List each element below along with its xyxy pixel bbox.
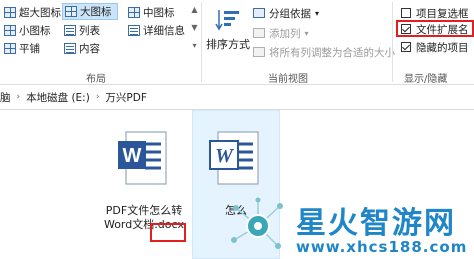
medium-icons-icon xyxy=(128,7,140,18)
word-doc-icon: W xyxy=(209,131,259,185)
address-bar[interactable]: 脑 › 本地磁盘 (E:) › 万兴PDF xyxy=(0,85,474,110)
details-icon xyxy=(128,25,140,36)
layout-group-label: 布局 xyxy=(86,74,106,85)
add-columns-button[interactable]: 添加列 ▾ xyxy=(253,25,309,41)
list-icon xyxy=(64,25,76,36)
breadcrumb-folder[interactable]: 万兴PDF xyxy=(105,90,146,105)
size-columns-icon xyxy=(253,47,265,57)
layout-tiles[interactable]: 平铺 xyxy=(4,40,40,57)
layout-small-icons[interactable]: 小图标 xyxy=(4,22,51,39)
current-view-group-label: 当前视图 xyxy=(268,74,308,85)
tiles-icon xyxy=(4,43,16,54)
chevron-down-icon: ▾ xyxy=(315,8,320,18)
large-icons-icon xyxy=(65,6,77,17)
layout-details[interactable]: 详细信息 xyxy=(128,22,185,39)
svg-text:W: W xyxy=(215,145,234,167)
hidden-items-toggle[interactable]: 隐藏的项目 xyxy=(401,39,469,55)
group-divider xyxy=(392,2,393,82)
size-all-columns-button[interactable]: 将所有列调整为合适的大小 xyxy=(253,44,395,60)
layout-content[interactable]: 内容 xyxy=(64,40,100,57)
item-checkboxes-toggle[interactable]: 项目复选框 xyxy=(401,5,469,21)
layout-large-icons[interactable]: 大图标 xyxy=(62,3,118,20)
sort-by-label: 排序方式 xyxy=(206,38,250,51)
chevron-down-icon: ▾ xyxy=(304,28,309,38)
extra-large-icons-icon xyxy=(4,7,16,18)
sort-by-button[interactable]: 排序方式 xyxy=(206,8,250,60)
breadcrumb-local-disk[interactable]: 本地磁盘 (E:) xyxy=(26,90,90,105)
group-divider xyxy=(201,2,202,82)
svg-text:W: W xyxy=(123,145,142,167)
layout-medium-icons[interactable]: 中图标 xyxy=(128,4,175,21)
layout-expand-icon[interactable]: ▾ xyxy=(190,41,199,50)
item-checkboxes-checkbox[interactable] xyxy=(401,8,411,18)
file-name-line-1: PDF文件怎么转 xyxy=(105,204,183,217)
content-icon xyxy=(64,43,76,54)
layout-list[interactable]: 列表 xyxy=(64,22,100,39)
word-docx-icon: W xyxy=(118,131,167,185)
chevron-right-icon[interactable]: › xyxy=(96,92,100,102)
show-hide-group-label: 显示/隐藏 xyxy=(404,74,448,85)
ribbon: 超大图标 大图标 中图标 小图标 列表 详细信息 平铺 内容 ▲ ▼ ▾ 布局 xyxy=(0,0,474,85)
hidden-items-checkbox[interactable] xyxy=(401,42,411,52)
watermark-title: 星火智游网 xyxy=(296,206,456,241)
small-icons-icon xyxy=(4,25,16,36)
group-by-icon xyxy=(253,8,265,18)
watermark-url: www.xhcs188.com xyxy=(296,238,468,256)
add-columns-icon xyxy=(253,28,265,38)
group-by-button[interactable]: 分组依据 ▾ xyxy=(253,5,319,21)
watermark-logo-icon xyxy=(231,197,283,249)
docx-extension-highlight-box xyxy=(150,223,186,242)
chevron-right-icon[interactable]: › xyxy=(17,92,21,102)
layout-extra-large-icons[interactable]: 超大图标 xyxy=(4,4,61,21)
layout-scroll-up-icon[interactable]: ▲ xyxy=(190,5,199,14)
sort-icon xyxy=(215,8,241,32)
file-extensions-highlight-box xyxy=(396,20,474,37)
breadcrumb-this-pc[interactable]: 脑 xyxy=(0,90,11,105)
layout-scroll-down-icon[interactable]: ▼ xyxy=(190,23,199,32)
